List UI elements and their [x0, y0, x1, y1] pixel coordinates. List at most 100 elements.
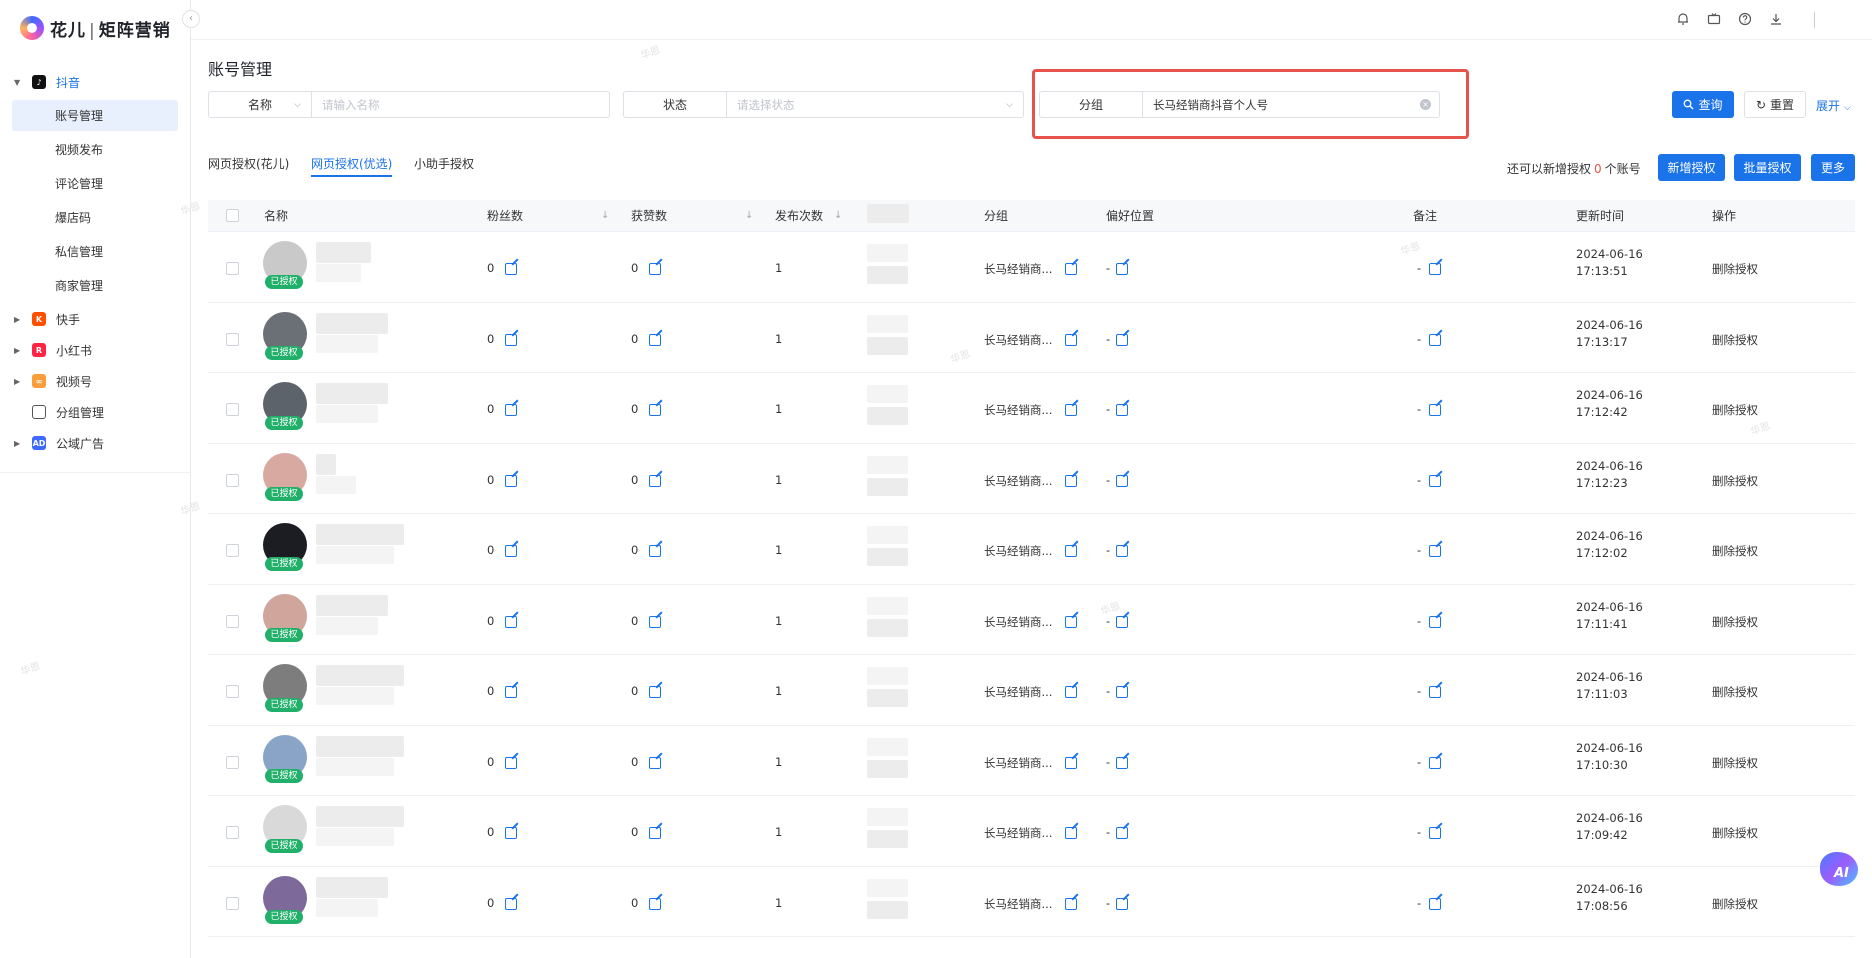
edit-icon[interactable] [1429, 897, 1441, 910]
delete-auth-link[interactable]: 删除授权 [1712, 332, 1758, 348]
tab-web-auth-huaer[interactable]: 网页授权(花儿) [208, 155, 289, 172]
edit-icon[interactable] [1065, 263, 1077, 275]
row-checkbox[interactable] [226, 403, 239, 416]
edit-icon[interactable] [1065, 404, 1077, 416]
sidebar-item-5[interactable]: 商家管理 [0, 270, 190, 301]
delete-auth-link[interactable]: 删除授权 [1712, 755, 1758, 771]
sidebar-item-2[interactable]: 评论管理 [0, 168, 190, 199]
name-input[interactable]: 请输入名称 [312, 92, 609, 117]
edit-icon[interactable] [505, 333, 517, 346]
collapse-sidebar-icon[interactable]: ‹ [182, 10, 200, 28]
row-checkbox[interactable] [226, 544, 239, 557]
tab-web-auth-preferred[interactable]: 网页授权(优选) [311, 155, 393, 177]
edit-icon[interactable] [649, 263, 661, 275]
edit-icon[interactable] [505, 263, 517, 275]
edit-icon[interactable] [1116, 897, 1128, 910]
download-icon[interactable] [1768, 12, 1784, 28]
edit-icon[interactable] [1116, 263, 1128, 275]
row-checkbox[interactable] [226, 896, 239, 910]
brand-logo[interactable]: 花儿 | 矩阵营销 [20, 14, 171, 42]
delete-auth-link[interactable]: 删除授权 [1712, 473, 1758, 489]
edit-icon[interactable] [649, 615, 661, 628]
tab-assistant-auth[interactable]: 小助手授权 [414, 155, 474, 172]
row-checkbox[interactable] [226, 614, 239, 628]
row-checkbox[interactable] [226, 826, 239, 839]
delete-auth-link[interactable]: 删除授权 [1712, 543, 1758, 559]
edit-icon[interactable] [1429, 474, 1441, 487]
sidebar-group-shipinhao[interactable]: ▶ ∞ 视频号 [0, 368, 190, 394]
query-button[interactable]: 查询 [1672, 91, 1734, 118]
delete-auth-link[interactable]: 删除授权 [1712, 614, 1758, 630]
edit-icon[interactable] [649, 827, 661, 839]
sort-arrow-icon[interactable]: ↓ [834, 200, 842, 232]
edit-icon[interactable] [505, 756, 517, 769]
edit-icon[interactable] [1065, 545, 1077, 557]
edit-icon[interactable] [1065, 827, 1077, 839]
ai-assistant-button[interactable]: AI [1820, 852, 1860, 888]
edit-icon[interactable] [1429, 545, 1441, 557]
edit-icon[interactable] [1065, 474, 1077, 487]
help-icon[interactable] [1737, 12, 1753, 28]
edit-icon[interactable] [1116, 827, 1128, 839]
edit-icon[interactable] [1065, 686, 1077, 698]
status-select[interactable]: 请选择状态 ⌵ [727, 92, 1023, 117]
edit-icon[interactable] [1116, 404, 1128, 416]
sidebar-group-douyin[interactable]: ▼ ♪ 抖音 [0, 69, 190, 95]
edit-icon[interactable] [649, 404, 661, 416]
select-all-checkbox[interactable] [226, 209, 239, 222]
edit-icon[interactable] [1429, 756, 1441, 769]
edit-icon[interactable] [1116, 333, 1128, 346]
row-checkbox[interactable] [226, 262, 239, 275]
edit-icon[interactable] [1429, 827, 1441, 839]
sort-arrow-icon[interactable]: ↓ [601, 200, 609, 232]
edit-icon[interactable] [1116, 686, 1128, 698]
name-filter-select[interactable]: 名称 ⌵ [209, 92, 312, 117]
edit-icon[interactable] [505, 404, 517, 416]
row-checkbox[interactable] [226, 473, 239, 487]
edit-icon[interactable] [505, 897, 517, 910]
expand-link[interactable]: 展开 ⌵ [1816, 97, 1851, 114]
sidebar-group-kuaishou[interactable]: ▶ K 快手 [0, 306, 190, 332]
edit-icon[interactable] [649, 756, 661, 769]
edit-icon[interactable] [1429, 333, 1441, 346]
delete-auth-link[interactable]: 删除授权 [1712, 684, 1758, 700]
edit-icon[interactable] [1065, 756, 1077, 769]
edit-icon[interactable] [505, 827, 517, 839]
edit-icon[interactable] [505, 545, 517, 557]
tv-icon[interactable] [1706, 12, 1722, 28]
edit-icon[interactable] [1065, 897, 1077, 910]
edit-icon[interactable] [1116, 756, 1128, 769]
sidebar-item-3[interactable]: 爆店码 [0, 202, 190, 233]
edit-icon[interactable] [505, 615, 517, 628]
sidebar-item-0[interactable]: 账号管理 [12, 100, 178, 131]
sidebar-item-4[interactable]: 私信管理 [0, 236, 190, 267]
edit-icon[interactable] [1429, 686, 1441, 698]
edit-icon[interactable] [649, 474, 661, 487]
edit-icon[interactable] [1116, 474, 1128, 487]
edit-icon[interactable] [1065, 333, 1077, 346]
row-checkbox[interactable] [226, 755, 239, 769]
bell-icon[interactable] [1675, 12, 1691, 28]
edit-icon[interactable] [1429, 263, 1441, 275]
edit-icon[interactable] [649, 545, 661, 557]
edit-icon[interactable] [649, 333, 661, 346]
row-checkbox[interactable] [226, 685, 239, 698]
edit-icon[interactable] [1116, 615, 1128, 628]
delete-auth-link[interactable]: 删除授权 [1712, 261, 1758, 277]
edit-icon[interactable] [1429, 404, 1441, 416]
row-checkbox[interactable] [226, 332, 239, 346]
add-auth-button[interactable]: 新增授权 [1658, 154, 1725, 181]
edit-icon[interactable] [649, 897, 661, 910]
edit-icon[interactable] [1429, 615, 1441, 628]
delete-auth-link[interactable]: 删除授权 [1712, 825, 1758, 841]
sidebar-group-group[interactable]: 分组管理 [0, 399, 190, 425]
edit-icon[interactable] [1116, 545, 1128, 557]
sidebar-group-ads[interactable]: ▶ AD 公域广告 [0, 430, 190, 456]
edit-icon[interactable] [505, 686, 517, 698]
edit-icon[interactable] [1065, 615, 1077, 628]
delete-auth-link[interactable]: 删除授权 [1712, 402, 1758, 418]
more-button[interactable]: 更多 [1811, 154, 1855, 181]
sidebar-group-xiaohongshu[interactable]: ▶ R 小红书 [0, 337, 190, 363]
edit-icon[interactable] [649, 686, 661, 698]
sort-arrow-icon[interactable]: ↓ [745, 200, 753, 232]
